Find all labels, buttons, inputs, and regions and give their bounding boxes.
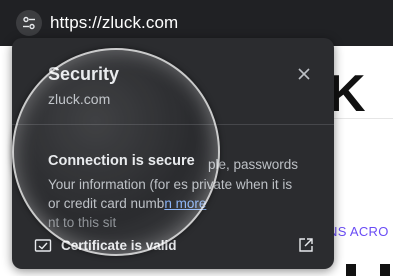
- site-info-button[interactable]: [16, 10, 42, 36]
- connection-desc-line3-prefix: or credit card numb: [48, 196, 165, 211]
- popup-divider: [12, 124, 334, 125]
- close-icon: [298, 68, 310, 80]
- page-glyph-block: [346, 264, 356, 276]
- page-divider: [332, 118, 393, 119]
- certificate-row[interactable]: Certificate is valid: [12, 234, 334, 260]
- page-glyph-block: [380, 264, 390, 276]
- open-external-icon[interactable]: [298, 237, 314, 253]
- page-caption-partial: NS ACRO: [328, 224, 389, 239]
- connection-desc-line4: nt to this sit: [48, 215, 117, 230]
- popup-subtitle: zluck.com: [48, 91, 111, 107]
- connection-status-title: Connection is secure: [48, 153, 195, 169]
- connection-desc-line2-suffix: s private when it is: [181, 177, 293, 192]
- close-button[interactable]: [294, 64, 314, 84]
- popup-title: Security: [48, 64, 120, 84]
- learn-more-link[interactable]: n more: [164, 196, 206, 211]
- certificate-label: Certificate is valid: [61, 238, 177, 253]
- connection-desc-line2-prefix: Your information (for e: [48, 177, 182, 192]
- url-text[interactable]: https://zluck.com: [50, 13, 178, 33]
- tune-icon: [23, 16, 35, 30]
- connection-desc-line3: or credit card numbn more: [48, 196, 206, 211]
- connection-desc-line2: Your information (for es private when it…: [48, 177, 292, 192]
- connection-desc-line1: ple, passwords: [208, 157, 299, 172]
- certificate-icon: [34, 239, 52, 252]
- security-popup: Security zluck.com Connection is secure …: [12, 38, 334, 269]
